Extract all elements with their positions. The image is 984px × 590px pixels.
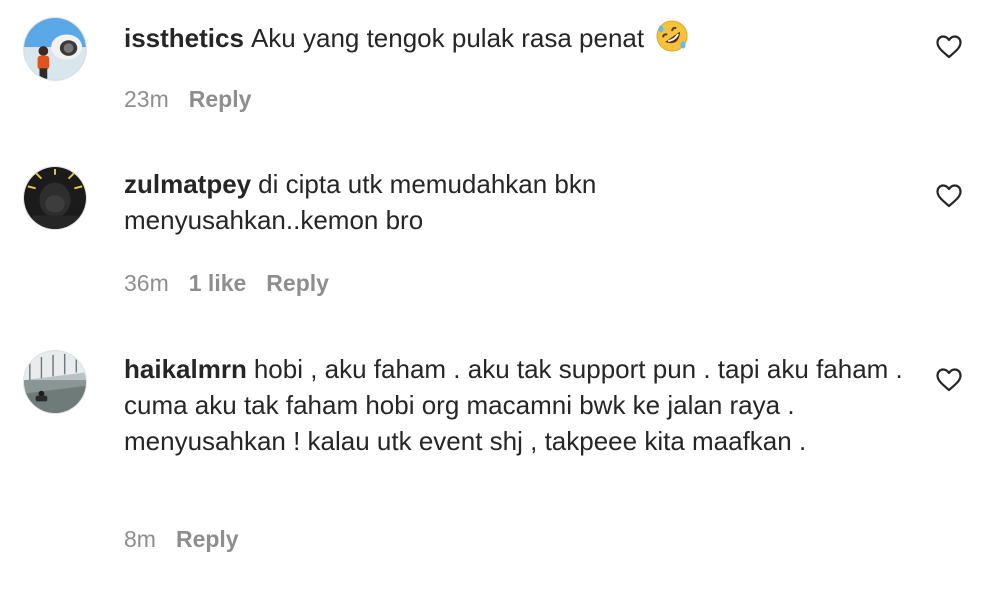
comment-time: 8m [124, 526, 156, 552]
comment-username[interactable]: haikalmrn [124, 354, 247, 384]
avatar[interactable] [23, 350, 87, 414]
comment-time: 36m [124, 270, 169, 296]
avatar-image [24, 167, 86, 229]
comment-meta: 8m Reply [124, 526, 259, 553]
likes-count[interactable]: 1 like [189, 270, 247, 296]
like-heart-icon[interactable] [936, 184, 962, 208]
comment-text-block: zulmatpey di cipta utk memudahkan bkn men… [124, 166, 684, 238]
reply-button[interactable]: Reply [176, 526, 239, 552]
reply-button[interactable]: Reply [266, 270, 329, 296]
like-heart-icon[interactable] [936, 368, 962, 392]
like-heart-icon[interactable] [936, 35, 962, 59]
avatar-image [24, 351, 86, 413]
comment-username[interactable]: issthetics [124, 23, 244, 53]
avatar-image [24, 18, 86, 80]
rolling-on-floor-laughing-emoji [656, 20, 688, 52]
avatar[interactable] [23, 17, 87, 81]
comment-meta: 23m Reply [124, 86, 271, 113]
comment-text-block: issthetics Aku yang tengok pulak rasa pen… [124, 19, 914, 56]
comment-time: 23m [124, 86, 169, 112]
comment-body: Aku yang tengok pulak rasa penat [250, 23, 645, 53]
avatar[interactable] [23, 166, 87, 230]
comment-meta: 36m 1 like Reply [124, 270, 349, 297]
comment-text-block: haikalmrn hobi , aku faham . aku tak supp… [124, 351, 914, 459]
comment-username[interactable]: zulmatpey [124, 169, 251, 199]
reply-button[interactable]: Reply [189, 86, 252, 112]
